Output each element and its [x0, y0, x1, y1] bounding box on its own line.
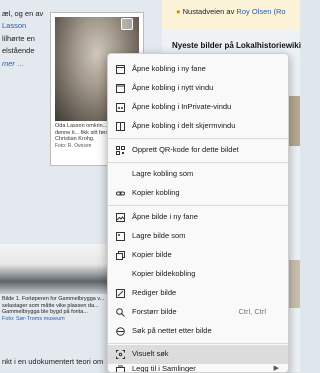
menu-item-open-link-new-tab[interactable]: Åpne kobling i ny fane — [108, 60, 288, 79]
article-text-line: nkt i en udokumentert teori om — [2, 356, 103, 367]
menu-item-create-qr-code[interactable]: Opprett QR-kode for dette bildet — [108, 141, 288, 160]
save-image-icon — [116, 232, 125, 241]
edit-image-icon — [116, 289, 125, 298]
menu-item-label: Lagre bilde som — [132, 231, 185, 240]
menu-separator — [108, 343, 288, 344]
person-link[interactable]: Lasson — [2, 20, 26, 31]
menu-item-open-link-new-window[interactable]: Åpne kobling i nytt vindu — [108, 79, 288, 98]
menu-item-copy-image-link[interactable]: Kopier bildekobling — [108, 265, 288, 284]
author-link[interactable]: Roy Olsen (Ro — [236, 7, 285, 16]
menu-separator — [108, 205, 288, 206]
menu-item-magnify-image[interactable]: Forstørr bilde Ctrl, Ctrl — [108, 303, 288, 322]
search-web-icon — [116, 327, 125, 336]
menu-item-label: Visuelt søk — [132, 349, 169, 358]
article-text-line: elstående — [2, 45, 35, 56]
harbor-image[interactable] — [0, 244, 108, 294]
menu-item-search-web-for-image[interactable]: Søk på nettet etter bilde — [108, 322, 288, 341]
menu-item-label: Opprett QR-kode for dette bildet — [132, 145, 239, 154]
menu-item-save-link-as[interactable]: Lagre kobling som — [108, 165, 288, 184]
latest-images-heading: Nyeste bilder på Lokalhistoriewiki — [172, 41, 301, 50]
link-icon — [116, 189, 125, 198]
menu-item-open-link-split-screen[interactable]: Åpne kobling i delt skjermvindu — [108, 117, 288, 136]
menu-item-copy-image[interactable]: Kopier bilde — [108, 246, 288, 265]
menu-item-label: Lagre kobling som — [132, 169, 193, 178]
visual-search-overlay-icon[interactable] — [121, 18, 133, 30]
menu-item-label: Åpne kobling i delt skjermvindu — [132, 121, 235, 130]
menu-item-open-image-new-tab[interactable]: Åpne bilde i ny fane — [108, 208, 288, 227]
article-text-line: æl, og en av — [2, 8, 43, 19]
qr-code-icon — [116, 146, 125, 155]
menu-item-open-link-inprivate[interactable]: Åpne kobling i InPrivate-vindu — [108, 98, 288, 117]
menu-separator — [108, 162, 288, 163]
menu-item-label: Åpne kobling i InPrivate-vindu — [132, 102, 231, 111]
menu-item-label: Rediger bilde — [132, 288, 176, 297]
magnify-icon — [116, 308, 125, 317]
news-item: ● Nustadveien av Roy Olsen (Ro — [176, 7, 286, 16]
portrait-credit: Foto: R. Ovesen — [55, 143, 91, 149]
menu-item-copy-link[interactable]: Kopier kobling — [108, 184, 288, 203]
menu-item-label: Kopier bilde — [132, 250, 172, 259]
menu-separator — [108, 138, 288, 139]
menu-item-label: Forstørr bilde — [132, 307, 177, 316]
menu-item-save-image-as[interactable]: Lagre bilde som — [108, 227, 288, 246]
context-menu: Åpne kobling i ny fane Åpne kobling i ny… — [107, 53, 289, 373]
menu-item-label: Åpne kobling i nytt vindu — [132, 83, 213, 92]
article-text-line: lilhørte en — [2, 33, 35, 44]
split-screen-icon — [116, 122, 125, 131]
menu-item-label: Kopier kobling — [132, 188, 180, 197]
new-tab-icon — [116, 65, 125, 74]
harbor-credit[interactable]: Foto: Sør-Troms museum — [2, 316, 65, 322]
visual-search-icon — [116, 350, 125, 359]
more-link[interactable]: mer … — [2, 58, 25, 69]
bullet-icon: ● — [176, 7, 181, 16]
news-item-text: Nustadveien av — [183, 7, 237, 16]
menu-item-label: Åpne bilde i ny fane — [132, 212, 198, 221]
copy-image-icon — [116, 251, 125, 260]
harbor-caption: Bilde 1. Forløperen for Gammelbrygga v..… — [2, 296, 106, 322]
open-image-icon — [116, 213, 125, 222]
menu-item-shortcut: Ctrl, Ctrl — [239, 307, 267, 316]
chevron-right-icon: ▶ — [274, 364, 279, 372]
menu-item-edit-image[interactable]: Rediger bilde — [108, 284, 288, 303]
menu-item-label: Kopier bildekobling — [132, 269, 195, 278]
inprivate-icon — [116, 103, 125, 112]
menu-item-add-to-collections[interactable]: Legg til i Samlinger ▶ — [108, 360, 288, 373]
new-window-icon — [116, 84, 125, 93]
harbor-caption-text: Bilde 1. Forløperen for Gammelbrygga v..… — [2, 296, 104, 315]
menu-item-label: Søk på nettet etter bilde — [132, 326, 212, 335]
page: æl, og en av Lasson lilhørte en elståend… — [0, 0, 300, 372]
menu-item-label: Åpne kobling i ny fane — [132, 64, 206, 73]
